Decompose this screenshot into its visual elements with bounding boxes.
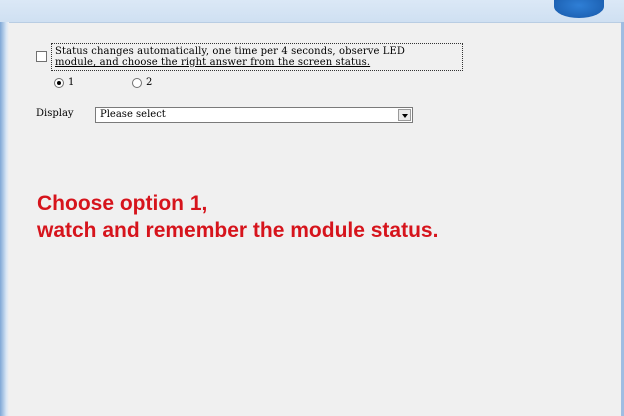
option-2-radio-group[interactable]: 2	[132, 77, 152, 88]
auto-status-description: Status changes automatically, one time p…	[51, 43, 463, 71]
window-left-border	[0, 22, 9, 416]
window-logo-icon	[554, 0, 604, 18]
display-select-value: Please select	[100, 109, 166, 120]
display-select[interactable]: Please select	[95, 107, 413, 123]
display-label: Display	[36, 108, 74, 119]
auto-status-checkbox[interactable]	[36, 51, 47, 62]
option-2-label: 2	[146, 77, 153, 88]
chevron-down-icon[interactable]	[398, 109, 411, 121]
instruction-line2: watch and remember the module status.	[37, 219, 439, 242]
instruction-text: Choose option 1, watch and remember the …	[37, 190, 438, 244]
option-1-label: 1	[68, 77, 75, 88]
option-1-radio-group[interactable]: 1	[54, 77, 74, 88]
auto-status-text-line1: Status changes automatically, one time p…	[55, 46, 406, 57]
auto-status-text-line2: module, and choose the right answer from…	[55, 57, 371, 68]
option-1-radio[interactable]	[54, 77, 64, 88]
option-2-radio[interactable]	[132, 77, 142, 88]
instruction-line1: Choose option 1,	[37, 192, 208, 215]
window-top-frame	[0, 0, 624, 23]
